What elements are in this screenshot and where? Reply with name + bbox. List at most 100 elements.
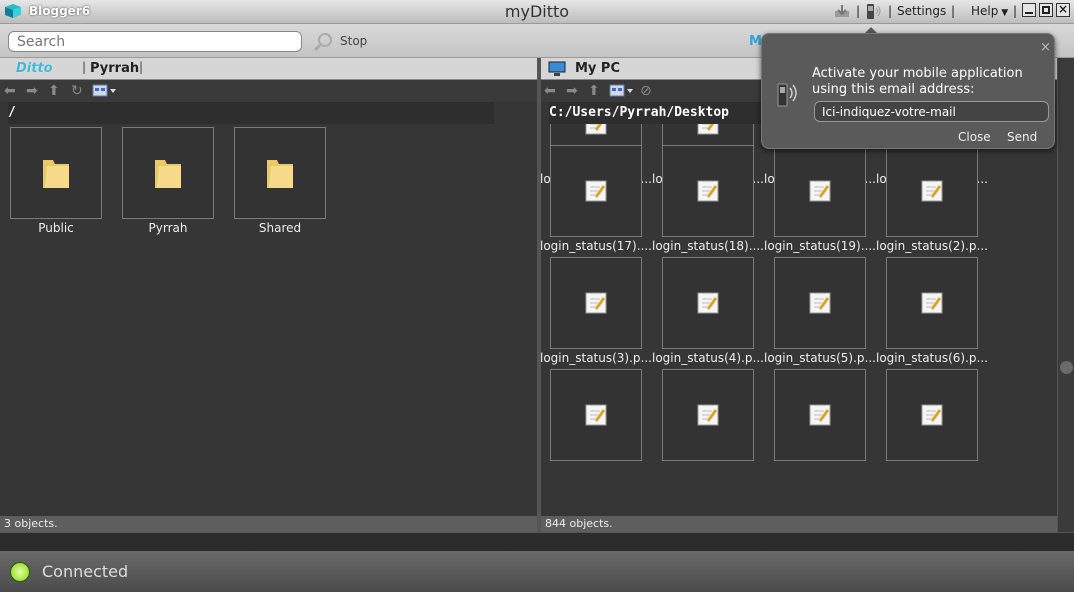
separator: | <box>82 60 87 74</box>
help-label: Help <box>971 4 999 18</box>
file-label: login_status(2).p... <box>876 239 988 253</box>
document-icon <box>585 404 607 426</box>
download-icon[interactable] <box>834 3 850 19</box>
up-arrow-icon[interactable]: ⬆ <box>588 84 602 98</box>
ditto-nav-bar: ⬅ ➡ ⬆ ↻ <box>0 80 537 102</box>
popup-close-icon[interactable]: × <box>1040 40 1051 55</box>
my-pc-title: My PC <box>575 61 621 76</box>
folder-icon <box>155 160 181 188</box>
minimize-icon <box>1025 12 1033 14</box>
file-tile[interactable] <box>662 369 754 461</box>
separator: | <box>1013 4 1018 18</box>
tab-pyrrah[interactable]: Pyrrah <box>90 61 139 76</box>
my-pc-status: 844 objects. <box>541 516 1057 532</box>
file-label: login_status(19).... <box>764 239 876 253</box>
back-arrow-icon[interactable]: ⬅ <box>544 84 558 98</box>
file-label: login_status(4).p... <box>652 351 764 365</box>
document-icon <box>809 292 831 314</box>
file-label: login_status(6).p... <box>876 351 988 365</box>
file-tile[interactable] <box>774 257 866 349</box>
document-icon <box>697 124 719 135</box>
folder-icon <box>267 160 293 188</box>
view-mode-icon[interactable] <box>609 84 635 98</box>
view-mode-icon[interactable] <box>92 84 118 98</box>
email-field[interactable] <box>814 101 1049 122</box>
computer-icon <box>548 61 566 76</box>
popup-close-button[interactable]: Close <box>958 130 991 144</box>
up-arrow-icon[interactable]: ⬆ <box>48 84 62 98</box>
file-tile[interactable] <box>886 257 978 349</box>
file-tile[interactable] <box>774 369 866 461</box>
forward-arrow-icon[interactable]: ➡ <box>566 84 580 98</box>
ditto-pane: Ditto | Pyrrah | ⬅ ➡ ⬆ ↻ / Public Pyrrah… <box>0 58 537 532</box>
ditto-path: / <box>8 102 494 124</box>
settings-link[interactable]: Settings <box>897 4 946 18</box>
ditto-file-list: Public Pyrrah Shared <box>0 124 537 516</box>
file-tile[interactable] <box>550 257 642 349</box>
file-tile[interactable] <box>774 145 866 237</box>
file-tile[interactable] <box>662 145 754 237</box>
popup-message: Activate your mobile application using t… <box>812 66 1023 97</box>
document-icon <box>585 292 607 314</box>
app-window: Blogger6 myDitto | | Settings | Help ▼ |… <box>0 0 1074 592</box>
document-icon <box>921 180 943 202</box>
chevron-down-icon: ▼ <box>998 8 1009 18</box>
ditto-status: 3 objects. <box>0 516 537 532</box>
forward-arrow-icon[interactable]: ➡ <box>26 84 40 98</box>
folder-label: Public <box>38 221 74 235</box>
mobile-activation-popup: × Activate your mobile application using… <box>761 33 1055 149</box>
mobile-phone-icon[interactable] <box>864 3 884 21</box>
document-icon <box>585 180 607 202</box>
document-icon <box>809 404 831 426</box>
document-icon <box>697 180 719 202</box>
bottom-bar: Connected <box>0 532 1074 592</box>
maximize-icon <box>1042 6 1050 14</box>
right-toolbar-label[interactable]: M <box>749 34 762 49</box>
file-tile[interactable] <box>550 369 642 461</box>
tab-ditto[interactable]: Ditto <box>16 61 53 76</box>
help-menu[interactable]: Help ▼ <box>971 4 1008 18</box>
folder-label: Shared <box>258 221 302 235</box>
document-icon <box>697 292 719 314</box>
close-icon: × <box>1057 2 1069 16</box>
file-tile[interactable] <box>550 145 642 237</box>
file-label: login_status(3).p... <box>541 351 652 365</box>
document-icon <box>809 180 831 202</box>
back-arrow-icon[interactable]: ⬅ <box>4 84 18 98</box>
scrollbar-thumb[interactable] <box>1060 361 1073 374</box>
file-tile[interactable] <box>662 257 754 349</box>
file-label: login_status(5).p... <box>764 351 876 365</box>
file-tile[interactable] <box>886 369 978 461</box>
mobile-signal-icon <box>777 83 797 107</box>
title-bar: Blogger6 myDitto | | Settings | Help ▼ |… <box>0 0 1074 24</box>
file-label: login_status(18).... <box>652 239 764 253</box>
separator: | <box>888 4 893 18</box>
ditto-pane-header: Ditto | Pyrrah | <box>0 58 537 80</box>
connection-strip <box>0 551 1074 592</box>
my-pc-file-list: login_status(13)....login_status(14)....… <box>541 124 1057 516</box>
maximize-button[interactable] <box>1039 3 1053 17</box>
stop-icon[interactable]: ⊘ <box>640 84 654 98</box>
my-pc-path: C:/Users/Pyrrah/Desktop <box>549 102 769 124</box>
folder-icon <box>43 160 69 188</box>
close-window-button[interactable]: × <box>1056 2 1070 17</box>
document-icon <box>697 404 719 426</box>
document-icon <box>921 404 943 426</box>
vertical-scrollbar[interactable] <box>1057 58 1074 532</box>
lightbulb-icon <box>10 562 30 582</box>
connection-status: Connected <box>42 562 129 581</box>
stop-button[interactable]: Stop <box>340 34 367 48</box>
popup-send-button[interactable]: Send <box>1007 130 1037 144</box>
file-tile[interactable] <box>886 145 978 237</box>
document-icon <box>921 292 943 314</box>
folder-tile[interactable] <box>122 127 214 219</box>
folder-tile[interactable] <box>10 127 102 219</box>
minimize-button[interactable] <box>1022 3 1036 17</box>
separator: | <box>951 4 956 18</box>
folder-tile[interactable] <box>234 127 326 219</box>
search-input[interactable] <box>8 31 302 52</box>
separator: | <box>856 4 861 18</box>
refresh-icon[interactable]: ↻ <box>71 84 85 98</box>
folder-label: Pyrrah <box>148 221 188 235</box>
search-icon[interactable] <box>312 31 334 53</box>
